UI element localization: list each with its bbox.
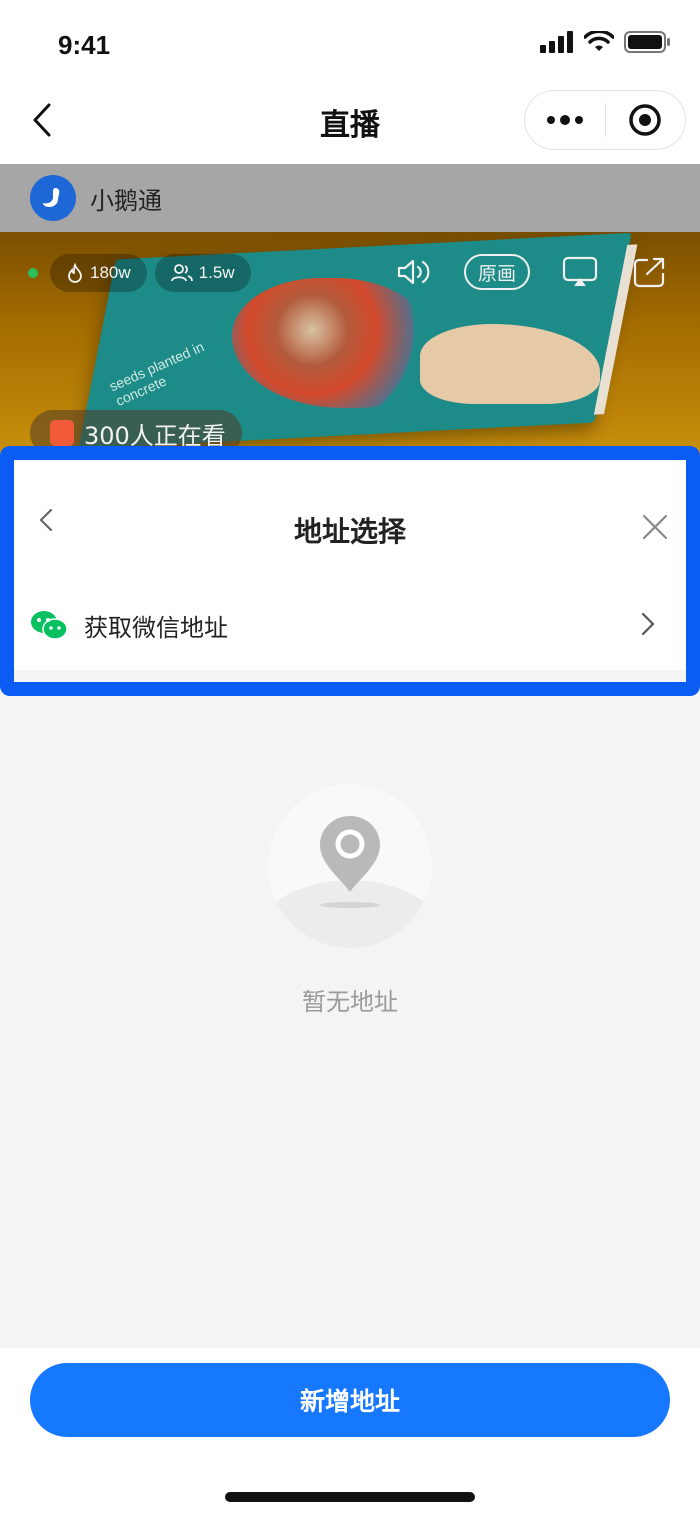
- wechat-icon: [30, 610, 68, 640]
- goose-icon: [43, 188, 60, 207]
- mini-program-capsule: [524, 90, 686, 150]
- chevron-right-icon: [636, 610, 660, 638]
- wechat-address-row[interactable]: 获取微信地址: [14, 580, 686, 670]
- status-icons: [540, 30, 672, 54]
- live-dot-icon: [28, 268, 38, 278]
- close-icon: [642, 514, 668, 540]
- airplay-button[interactable]: [560, 252, 600, 292]
- video-badges: 180w 1.5w: [28, 254, 251, 292]
- signal-icon: [540, 31, 573, 53]
- home-indicator: [225, 1492, 475, 1502]
- target-circle-icon: [629, 104, 661, 136]
- bottom-bar: 新增地址: [0, 1348, 700, 1516]
- live-room-area: 小鹅通 seeds planted in concrete 180w 1.5w …: [0, 164, 700, 454]
- sound-button[interactable]: [394, 252, 434, 292]
- empty-state-text: 暂无地址: [302, 988, 398, 1016]
- more-button[interactable]: [525, 91, 605, 149]
- add-address-button[interactable]: 新增地址: [30, 1363, 670, 1437]
- video-tools: 原画: [394, 252, 670, 292]
- airplay-icon: [562, 256, 598, 286]
- status-time: 9:41: [58, 30, 111, 60]
- location-pin-icon: [320, 816, 380, 908]
- share-icon: [633, 257, 665, 288]
- heat-count: 180w: [90, 263, 131, 282]
- status-bar: 9:41: [0, 0, 700, 90]
- share-button[interactable]: [630, 252, 670, 292]
- battery-icon: [624, 31, 670, 53]
- quality-button[interactable]: 原画: [463, 254, 530, 290]
- address-sheet: 地址选择 获取微信地址: [0, 446, 700, 696]
- close-miniprogram-button[interactable]: [606, 91, 686, 149]
- wifi-icon: [584, 31, 614, 51]
- fans-count: 1.5w: [198, 263, 235, 282]
- shop-bag-icon: [50, 420, 74, 446]
- shop-logo-icon: [30, 175, 76, 221]
- sheet-divider-band: [14, 670, 686, 682]
- sheet-close-button[interactable]: [640, 512, 670, 542]
- shop-name: 小鹅通: [90, 186, 162, 215]
- sheet-title: 地址选择: [293, 515, 406, 548]
- sheet-header: 地址选择: [14, 460, 686, 580]
- speaker-icon: [397, 259, 430, 285]
- empty-illustration: [268, 784, 432, 948]
- more-dots-icon: [546, 115, 583, 125]
- wechat-address-label: 获取微信地址: [84, 613, 228, 642]
- people-icon: [170, 264, 193, 282]
- fans-badge: 1.5w: [154, 254, 251, 292]
- heat-badge: 180w: [50, 254, 147, 292]
- flame-icon: [68, 263, 82, 283]
- shop-strip[interactable]: 小鹅通: [0, 164, 700, 232]
- nav-bar: 直播: [0, 90, 700, 164]
- live-video[interactable]: seeds planted in concrete 180w 1.5w 原画 3…: [0, 232, 700, 454]
